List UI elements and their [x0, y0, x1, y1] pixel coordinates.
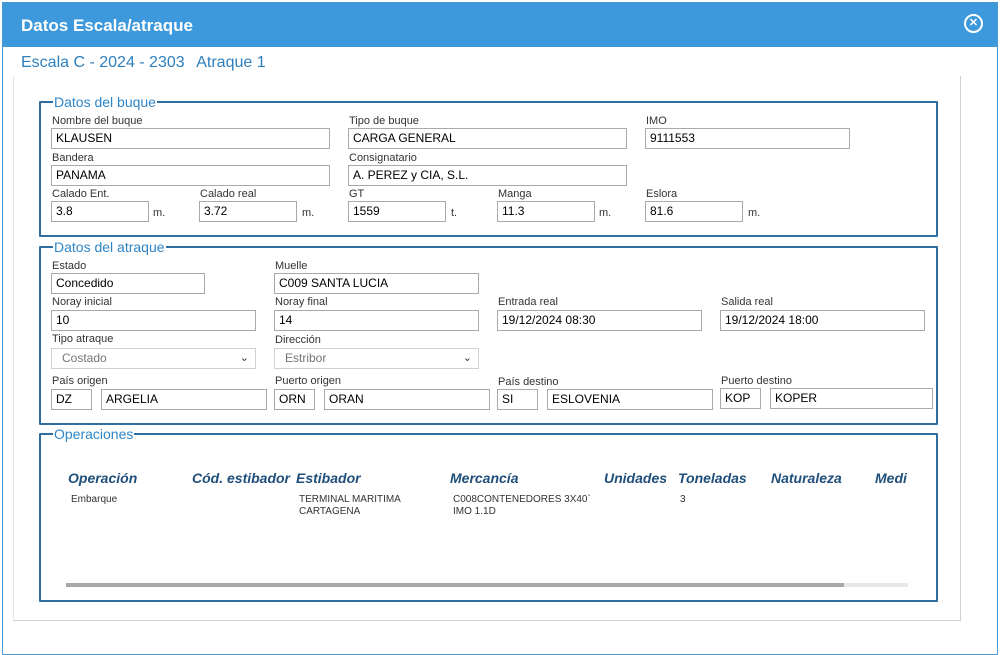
- atraque-legend: Datos del atraque: [53, 239, 166, 255]
- muelle-field[interactable]: C009 SANTA LUCIA: [274, 273, 479, 294]
- column-header-naturaleza[interactable]: Naturaleza: [771, 470, 842, 486]
- salida-real-field[interactable]: 19/12/2024 18:00: [720, 310, 925, 331]
- gt-field[interactable]: 1559: [348, 201, 446, 222]
- chevron-down-icon: ⌄: [239, 352, 249, 364]
- cell-mercancia: C008CONTENEDORES 3X40` IMO 1.1D: [453, 494, 591, 518]
- puerto-origen-field[interactable]: ORAN: [324, 389, 490, 410]
- page-subtitle: Escala C - 2024 - 2303 Atraque 1: [21, 54, 274, 72]
- imo-label: IMO: [646, 115, 667, 127]
- tipo-atraque-select[interactable]: Costado ⌄: [51, 348, 256, 369]
- pais-origen-code-field[interactable]: DZ: [51, 389, 92, 410]
- calado-real-label: Calado real: [200, 188, 257, 200]
- noray-final-field[interactable]: 14: [274, 310, 479, 331]
- eslora-label: Eslora: [646, 188, 678, 200]
- tipo-buque-label: Tipo de buque: [349, 115, 419, 127]
- modal-title: Datos Escala/atraque: [21, 16, 193, 35]
- direccion-value: Estribor: [285, 351, 327, 365]
- calado-ent-label: Calado Ent.: [52, 188, 110, 200]
- manga-unit: m.: [599, 207, 612, 219]
- eslora-unit: m.: [748, 207, 761, 219]
- nombre-label: Nombre del buque: [52, 115, 143, 127]
- consignatario-label: Consignatario: [349, 152, 417, 164]
- gt-unit: t.: [451, 207, 458, 219]
- calado-ent-field[interactable]: 3.8: [51, 201, 149, 222]
- eslora-field[interactable]: 81.6: [645, 201, 743, 222]
- tipo-atraque-label: Tipo atraque: [52, 333, 114, 345]
- direccion-label: Dirección: [275, 334, 321, 346]
- escala-label: Escala C - 2024 - 2303: [21, 54, 185, 71]
- atraque-label: Atraque 1: [196, 54, 266, 71]
- column-header-unidades[interactable]: Unidades: [604, 470, 667, 486]
- column-header-mercancia[interactable]: Mercancía: [450, 470, 518, 486]
- manga-field[interactable]: 11.3: [497, 201, 595, 222]
- column-header-toneladas[interactable]: Toneladas: [678, 470, 747, 486]
- column-header-cod-estibador[interactable]: Cód. estibador: [192, 470, 290, 486]
- consignatario-field[interactable]: A. PEREZ y CIA, S.L.: [348, 165, 627, 186]
- noray-inicial-field[interactable]: 10: [51, 310, 256, 331]
- column-clip-mask: [908, 466, 934, 496]
- bandera-field[interactable]: PANAMA: [51, 165, 330, 186]
- cell-mercancia-line1: C008CONTENEDORES 3X40`: [453, 494, 591, 505]
- column-header-medi[interactable]: Medi: [875, 470, 907, 486]
- puerto-destino-code-field[interactable]: KOP: [720, 388, 761, 409]
- horizontal-scrollbar-thumb[interactable]: [66, 583, 844, 587]
- muelle-label: Muelle: [275, 260, 308, 272]
- nombre-field[interactable]: KLAUSEN: [51, 128, 330, 149]
- imo-field[interactable]: 9111553: [645, 128, 850, 149]
- column-header-operacion[interactable]: Operación: [68, 470, 137, 486]
- cell-estibador: TERMINAL MARITIMA CARTAGENA: [299, 494, 401, 518]
- entrada-real-field[interactable]: 19/12/2024 08:30: [497, 310, 702, 331]
- pais-destino-code-field[interactable]: SI: [497, 389, 538, 410]
- cell-mercancia-line2: IMO 1.1D: [453, 506, 496, 517]
- calado-real-field[interactable]: 3.72: [199, 201, 297, 222]
- bandera-label: Bandera: [52, 152, 94, 164]
- column-header-estibador[interactable]: Estibador: [296, 470, 361, 486]
- puerto-destino-field[interactable]: KOPER: [770, 388, 933, 409]
- cell-operacion: Embarque: [71, 494, 118, 505]
- buque-legend: Datos del buque: [53, 94, 157, 110]
- pais-origen-field[interactable]: ARGELIA: [101, 389, 267, 410]
- pais-destino-label: País destino: [498, 376, 559, 388]
- pais-origen-label: País origen: [52, 375, 108, 387]
- noray-final-label: Noray final: [275, 296, 328, 308]
- estado-field[interactable]: Concedido: [51, 273, 205, 294]
- close-icon[interactable]: ✕: [964, 14, 983, 33]
- puerto-origen-label: Puerto origen: [275, 375, 342, 387]
- estado-label: Estado: [52, 260, 87, 272]
- puerto-destino-label: Puerto destino: [721, 375, 792, 387]
- chevron-down-icon: ⌄: [462, 352, 472, 364]
- operaciones-legend: Operaciones: [53, 426, 135, 442]
- cell-unidades: 3: [680, 494, 686, 505]
- salida-real-label: Salida real: [721, 296, 773, 308]
- calado-real-unit: m.: [302, 207, 315, 219]
- tipo-atraque-value: Costado: [62, 351, 107, 365]
- tipo-buque-field[interactable]: CARGA GENERAL: [348, 128, 627, 149]
- modal-header: Datos Escala/atraque ✕: [3, 3, 997, 47]
- direccion-select[interactable]: Estribor ⌄: [274, 348, 479, 369]
- cell-estibador-line2: CARTAGENA: [299, 506, 361, 517]
- entrada-real-label: Entrada real: [498, 296, 558, 308]
- cell-estibador-line1: TERMINAL MARITIMA: [299, 494, 401, 505]
- gt-label: GT: [349, 188, 365, 200]
- manga-label: Manga: [498, 188, 532, 200]
- noray-inicial-label: Noray inicial: [52, 296, 112, 308]
- puerto-origen-code-field[interactable]: ORN: [274, 389, 315, 410]
- pais-destino-field[interactable]: ESLOVENIA: [547, 389, 713, 410]
- calado-ent-unit: m.: [153, 207, 166, 219]
